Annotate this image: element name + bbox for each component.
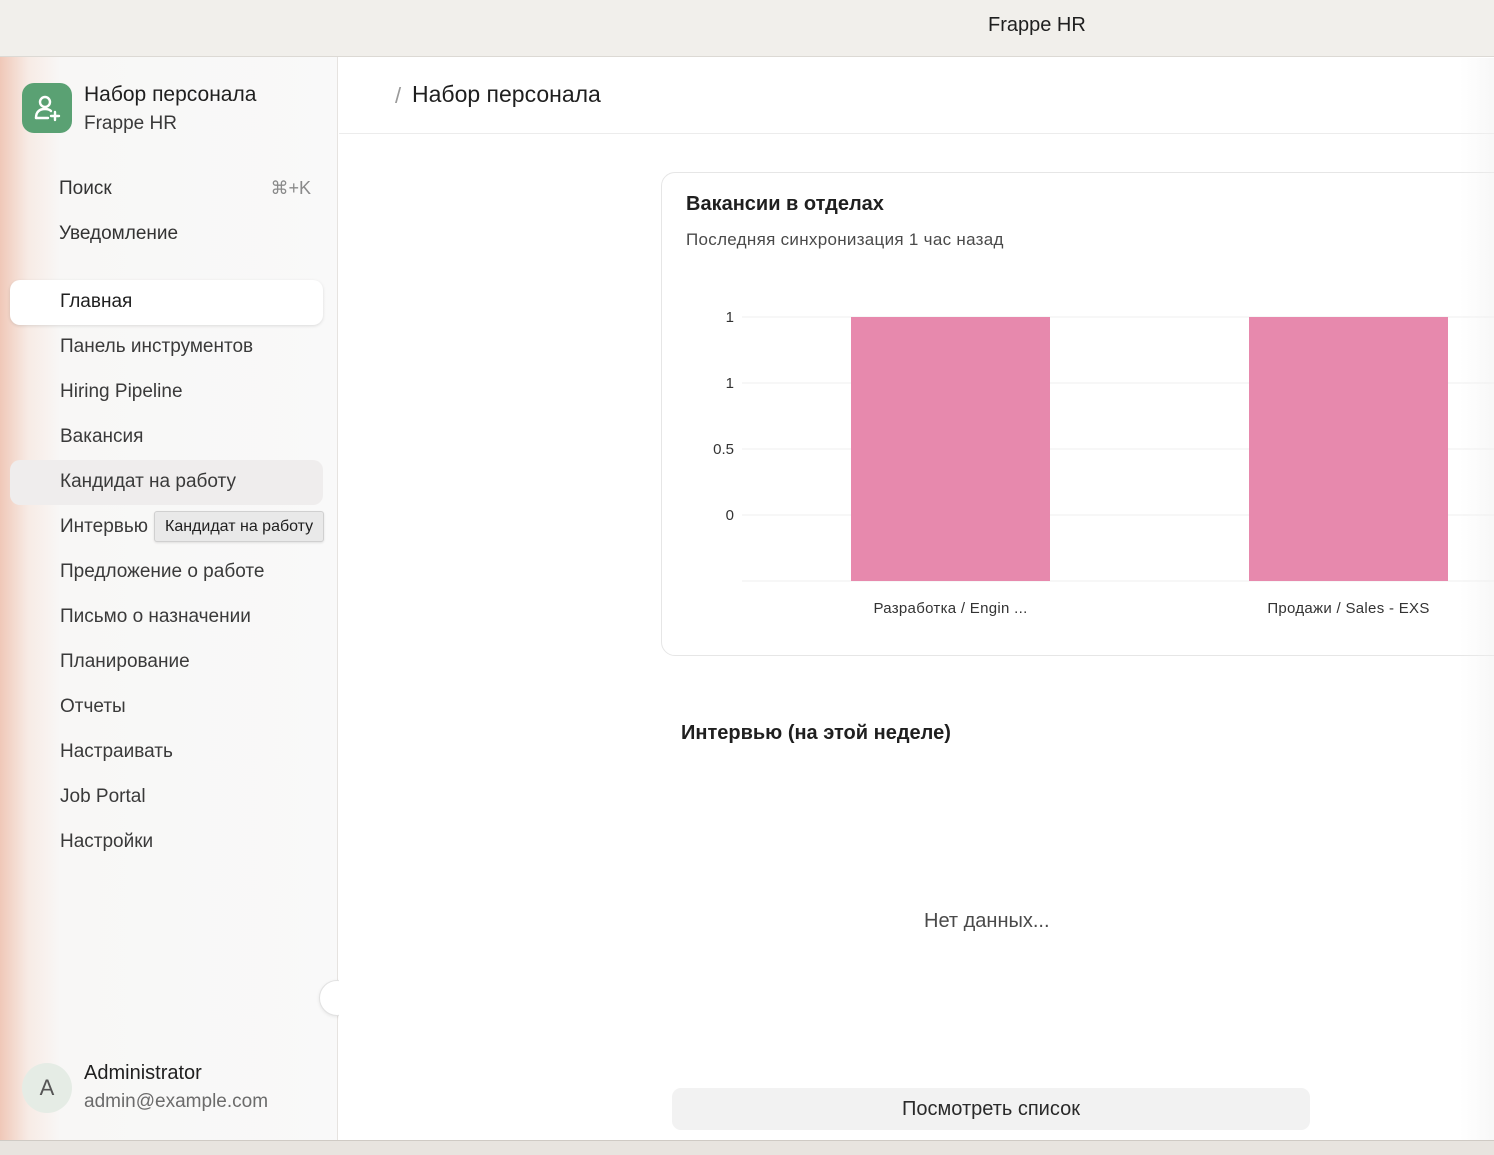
avatar: A xyxy=(22,1063,72,1113)
chart-x-tick-label: Разработка / Engin ... xyxy=(873,600,1027,617)
view-list-button[interactable]: Посмотреть список xyxy=(672,1088,1310,1130)
app-subtitle: Frappe HR xyxy=(84,113,177,134)
app-name: Набор персонала xyxy=(84,83,257,106)
sidebar-item-job-applicant[interactable]: Кандидат на работу xyxy=(10,460,323,505)
user-plus-icon xyxy=(22,83,72,133)
search-button[interactable]: Поиск ⌘+K xyxy=(59,178,311,204)
chart-y-tick-label: 0 xyxy=(726,507,734,524)
chart-y-tick-label: 1 xyxy=(726,375,734,392)
breadcrumb-separator: / xyxy=(395,83,402,108)
sidebar-item-job-opening[interactable]: Вакансия xyxy=(10,415,323,460)
vacancies-chart-card: Вакансии в отделах Последняя синхронизац… xyxy=(661,172,1494,656)
sidebar-item-job-offer[interactable]: Предложение о работе xyxy=(10,550,323,595)
sidebar-item-appointment-letter[interactable]: Письмо о назначении xyxy=(10,595,323,640)
chart-title: Вакансии в отделах xyxy=(686,193,884,215)
user-menu[interactable]: A Administrator admin@example.com xyxy=(22,1062,322,1119)
sidebar-item-staffing-plan[interactable]: Планирование xyxy=(10,640,323,685)
search-shortcut: ⌘+K xyxy=(270,178,311,198)
sidebar-item-dashboard[interactable]: Панель инструментов xyxy=(10,325,323,370)
app-switcher[interactable]: Набор персонала Frappe HR xyxy=(22,83,322,139)
window-title: Frappe HR xyxy=(988,14,1086,36)
sidebar-item-hiring-pipeline[interactable]: Hiring Pipeline xyxy=(10,370,323,415)
user-email: admin@example.com xyxy=(84,1091,269,1112)
page-title: Набор персонала xyxy=(412,81,601,107)
page-header: / Набор персонала xyxy=(339,57,1494,134)
workspace-content: Вакансии в отделах Последняя синхронизац… xyxy=(339,134,1494,1140)
sidebar-item-customize[interactable]: Настраивать xyxy=(10,730,323,775)
window-bottom-edge xyxy=(0,1140,1494,1155)
user-name: Administrator xyxy=(84,1062,202,1084)
vacancies-bar-chart: 1 1 0.5 0 Разработка / Engin ... Продажи / Sa… xyxy=(713,309,1494,617)
interviews-empty-state: Нет данных... xyxy=(924,910,1050,932)
chart-x-tick-label: Продажи / Sales - EXS xyxy=(1267,600,1429,617)
notifications-button[interactable]: Уведомление xyxy=(59,223,178,245)
chart-sync-status: Последняя синхронизация 1 час назад xyxy=(686,230,1004,249)
sidebar-item-job-portal[interactable]: Job Portal xyxy=(10,775,323,820)
sidebar-item-reports[interactable]: Отчеты xyxy=(10,685,323,730)
sidebar-nav: Главная Панель инструментов Hiring Pipel… xyxy=(10,280,323,865)
chart-y-tick-label: 0.5 xyxy=(713,441,734,458)
search-label: Поиск xyxy=(59,178,112,199)
interviews-section-title: Интервью (на этой неделе) xyxy=(681,722,951,744)
sidebar-item-settings[interactable]: Настройки xyxy=(10,820,323,865)
window-titlebar: Frappe HR xyxy=(0,0,1494,57)
sidebar-item-home[interactable]: Главная xyxy=(10,280,323,325)
sidebar-tooltip: Кандидат на работу xyxy=(154,511,325,542)
sidebar: Набор персонала Frappe HR Поиск ⌘+K Увед… xyxy=(0,57,338,1140)
chart-bar xyxy=(1249,317,1448,581)
chart-bar xyxy=(851,317,1050,581)
chart-y-tick-label: 1 xyxy=(726,309,734,326)
